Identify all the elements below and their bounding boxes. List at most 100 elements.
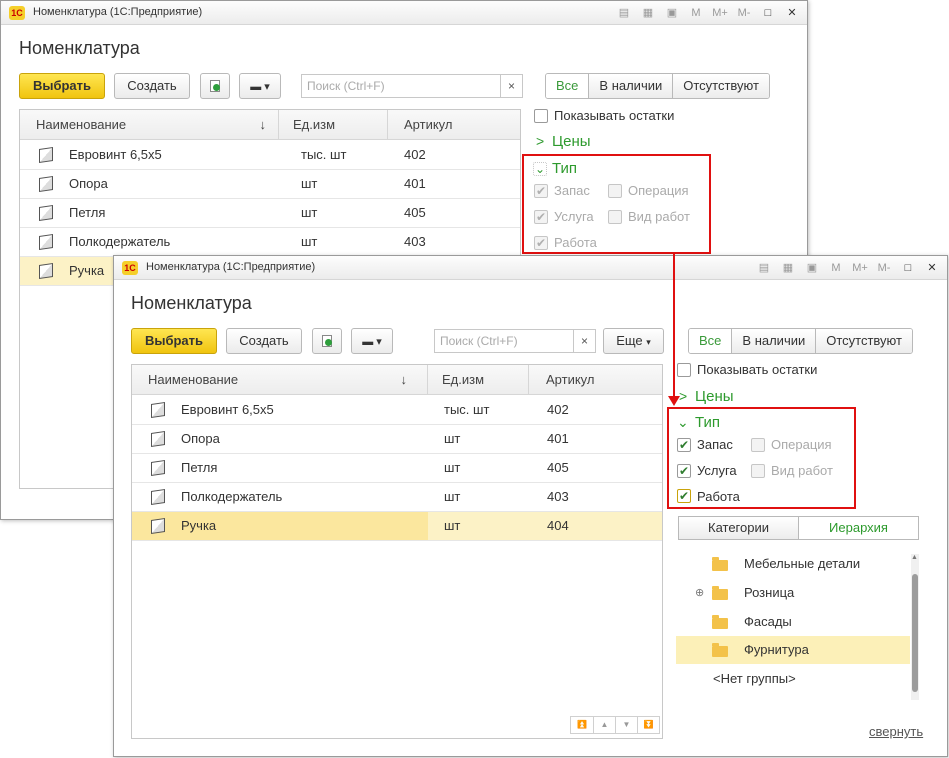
- folder-icon: [712, 586, 728, 600]
- back-type-operation-checkbox[interactable]: [608, 184, 622, 198]
- page-down-icon[interactable]: ▼: [615, 717, 637, 733]
- calendar-icon[interactable]: ▣: [801, 259, 823, 277]
- back-tab-in-stock[interactable]: В наличии: [588, 74, 673, 98]
- back-add-copy-button[interactable]: [200, 73, 230, 99]
- front-search-clear-button[interactable]: ×: [573, 330, 595, 352]
- memory-minus-icon[interactable]: M-: [733, 4, 755, 22]
- front-select-button[interactable]: Выбрать: [131, 328, 217, 354]
- tree-item[interactable]: Мебельные детали: [676, 550, 910, 578]
- memory-m-icon[interactable]: M: [685, 4, 707, 22]
- front-search-input[interactable]: Поиск (Ctrl+F) ×: [434, 329, 596, 353]
- expand-plus-icon[interactable]: ⊕: [695, 579, 704, 607]
- front-print-button[interactable]: ▬ ▾: [351, 328, 393, 354]
- table-row[interactable]: Опора шт 401: [132, 425, 662, 454]
- calculator-icon[interactable]: ▦: [637, 4, 659, 22]
- back-col-name[interactable]: Наименование ↓: [20, 110, 279, 140]
- back-titlebar: 1С Номенклатура (1С:Предприятие) ▤ ▦ ▣ M…: [1, 1, 807, 25]
- print-icon[interactable]: ▤: [613, 4, 635, 22]
- memory-minus-icon[interactable]: M-: [873, 259, 895, 277]
- add-document-icon: [322, 335, 332, 347]
- close-icon[interactable]: ✕: [921, 259, 943, 277]
- maximize-icon[interactable]: □: [897, 259, 919, 277]
- table-row[interactable]: Евровинт 6,5x5 тыс. шт 402: [132, 396, 662, 425]
- tree-item[interactable]: Фасады: [676, 608, 910, 636]
- front-filter-tabs: Все В наличии Отсутствуют: [688, 328, 913, 354]
- front-add-copy-button[interactable]: [312, 328, 342, 354]
- tab-categories[interactable]: Категории: [679, 517, 798, 539]
- last-page-icon[interactable]: ⏬: [637, 717, 659, 733]
- calculator-icon[interactable]: ▦: [777, 259, 799, 277]
- table-row[interactable]: Петля шт 405: [132, 454, 662, 483]
- close-icon[interactable]: ✕: [781, 4, 803, 22]
- table-row-selected[interactable]: Ручка шт 404: [132, 512, 662, 541]
- front-col-unit[interactable]: Ед.изм: [428, 365, 529, 395]
- item-package-icon: [39, 234, 53, 250]
- tree-item-selected[interactable]: Фурнитура: [676, 636, 910, 664]
- front-show-stock-label: Показывать остатки: [697, 362, 818, 377]
- folder-icon: [712, 557, 728, 571]
- table-row[interactable]: Евровинт 6,5x5 тыс. шт 402: [20, 141, 520, 170]
- first-page-icon[interactable]: ⏫: [571, 717, 593, 733]
- back-prices-chevron-icon[interactable]: >: [536, 133, 544, 149]
- front-tab-all[interactable]: Все: [689, 329, 732, 353]
- front-more-button[interactable]: Еще ▾: [603, 328, 664, 354]
- front-type-group-title[interactable]: Тип: [695, 414, 720, 431]
- table-row[interactable]: Петля шт 405: [20, 199, 520, 228]
- back-tab-missing[interactable]: Отсутствуют: [672, 74, 769, 98]
- tab-hierarchy[interactable]: Иерархия: [798, 517, 918, 539]
- table-row[interactable]: Полкодержатель шт 403: [132, 483, 662, 512]
- front-create-button[interactable]: Создать: [226, 328, 302, 354]
- row-unit: тыс. шт: [301, 147, 347, 162]
- front-type-stock-checkbox[interactable]: ✔: [677, 438, 691, 452]
- front-type-worktype-checkbox[interactable]: [751, 464, 765, 478]
- memory-m-icon[interactable]: M: [825, 259, 847, 277]
- row-unit: шт: [301, 205, 318, 220]
- back-show-stock-checkbox[interactable]: [534, 109, 548, 123]
- back-prices-group-title[interactable]: Цены: [552, 133, 591, 150]
- tree-item[interactable]: ⊕ Розница: [676, 579, 910, 607]
- tree-scrollbar[interactable]: ▲: [911, 554, 919, 700]
- collapse-link[interactable]: свернуть: [869, 724, 923, 739]
- back-search-placeholder: Поиск (Ctrl+F): [307, 79, 385, 93]
- front-prices-group-title[interactable]: Цены: [695, 388, 734, 405]
- back-search-clear-button[interactable]: ×: [500, 75, 522, 97]
- scroll-up-icon[interactable]: ▲: [911, 554, 918, 561]
- front-type-collapse-icon[interactable]: ⌄: [677, 414, 689, 431]
- back-type-work-checkbox[interactable]: ✔: [534, 236, 548, 250]
- front-type-service-checkbox[interactable]: ✔: [677, 464, 691, 478]
- scrollbar-thumb[interactable]: [912, 574, 918, 692]
- back-col-unit[interactable]: Ед.изм: [279, 110, 388, 140]
- front-col-code[interactable]: Артикул: [529, 365, 662, 395]
- back-type-service-checkbox[interactable]: ✔: [534, 210, 548, 224]
- back-tab-all[interactable]: Все: [546, 74, 589, 98]
- front-tab-missing[interactable]: Отсутствуют: [815, 329, 912, 353]
- back-search-input[interactable]: Поиск (Ctrl+F) ×: [301, 74, 523, 98]
- back-type-group-title[interactable]: Тип: [552, 160, 577, 177]
- calendar-icon[interactable]: ▣: [661, 4, 683, 22]
- front-prices-chevron-icon[interactable]: >: [679, 388, 687, 404]
- back-print-button[interactable]: ▬ ▾: [239, 73, 281, 99]
- table-row[interactable]: Опора шт 401: [20, 170, 520, 199]
- row-code: 404: [547, 518, 569, 533]
- back-type-worktype-label: Вид работ: [628, 209, 690, 224]
- front-type-operation-checkbox[interactable]: [751, 438, 765, 452]
- print-icon[interactable]: ▤: [753, 259, 775, 277]
- memory-plus-icon[interactable]: M+: [709, 4, 731, 22]
- front-titlebar: 1С Номенклатура (1С:Предприятие) ▤ ▦ ▣ M…: [114, 256, 947, 280]
- front-type-work-checkbox[interactable]: ✔: [677, 489, 691, 503]
- back-type-collapse-icon[interactable]: ⌄: [533, 162, 547, 176]
- maximize-icon[interactable]: □: [757, 4, 779, 22]
- tree-item[interactable]: <Нет группы>: [676, 665, 910, 693]
- back-col-code[interactable]: Артикул: [388, 110, 520, 140]
- front-tab-in-stock[interactable]: В наличии: [731, 329, 816, 353]
- memory-plus-icon[interactable]: M+: [849, 259, 871, 277]
- back-select-button[interactable]: Выбрать: [19, 73, 105, 99]
- front-type-worktype-label: Вид работ: [771, 463, 833, 478]
- back-type-stock-checkbox[interactable]: ✔: [534, 184, 548, 198]
- back-create-button[interactable]: Создать: [114, 73, 190, 99]
- page-up-icon[interactable]: ▲: [593, 717, 615, 733]
- back-type-worktype-checkbox[interactable]: [608, 210, 622, 224]
- front-col-name[interactable]: Наименование ↓: [132, 365, 428, 395]
- table-row[interactable]: Полкодержатель шт 403: [20, 228, 520, 257]
- front-show-stock-checkbox[interactable]: [677, 363, 691, 377]
